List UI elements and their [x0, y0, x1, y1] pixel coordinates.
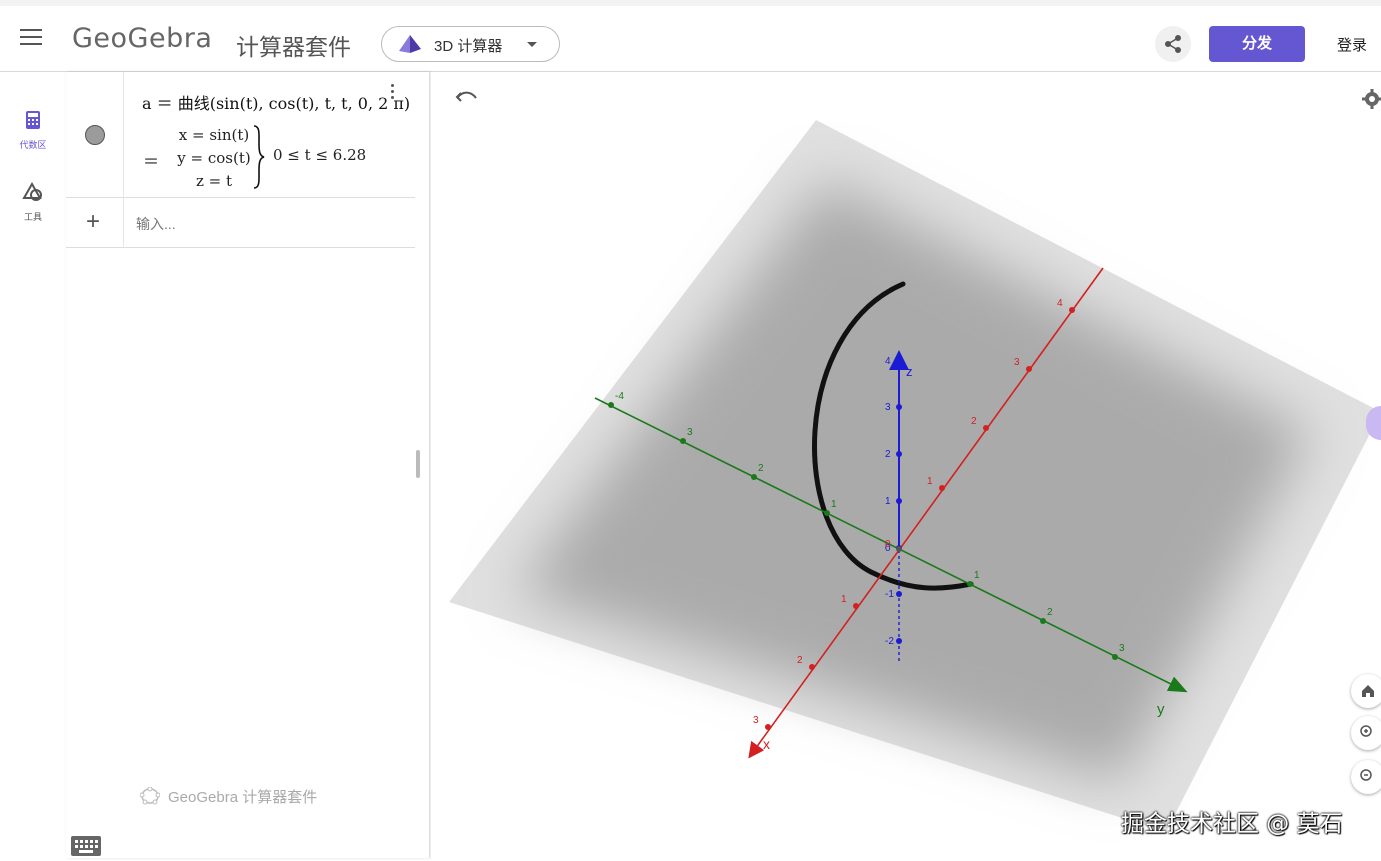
- left-nav: 代数区 工具: [0, 72, 66, 858]
- parametric-cases: x = sin(t) y = cos(t) z = t: [176, 124, 252, 193]
- y-axis-tick-label: -4: [615, 391, 624, 402]
- y-axis-tick-mark: [967, 581, 973, 587]
- z-axis-tick-label: 1: [885, 496, 891, 507]
- x-axis-tick-mark: [765, 724, 771, 730]
- graphics-3d-view[interactable]: 4321123 -4 3 2 1 1 2 3 4 3 2 1 0 -1 -2 x y z 0: [431, 72, 1381, 858]
- pyramid-icon: [399, 35, 421, 53]
- x-axis-tick-label: 3: [753, 715, 759, 726]
- app-selector-label: 3D 计算器: [434, 38, 503, 55]
- origin-label: 0: [885, 539, 891, 550]
- x-axis-tick-mark: [853, 603, 859, 609]
- login-button[interactable]: 登录: [1337, 34, 1367, 55]
- y-axis-tick-label: 2: [1047, 607, 1053, 618]
- 3d-canvas[interactable]: 4321123 -4321123 43210-1-2 x y z 0: [431, 72, 1381, 858]
- visibility-toggle[interactable]: [85, 125, 105, 145]
- app-selector-dropdown[interactable]: 3D 计算器: [381, 26, 560, 62]
- x-axis-tick-label: 2: [797, 655, 803, 666]
- algebra-row[interactable]: a ＝ 曲线(sin(t), cos(t), t, t, 0, 2 π) ＝ x…: [66, 72, 415, 198]
- y-axis-tick-label: 1: [831, 499, 837, 510]
- parameter-range: 0 ≤ t ≤ 6.28: [273, 146, 367, 164]
- x-axis-tick-label: 4: [1057, 298, 1063, 309]
- z-axis-tick-mark: [896, 358, 902, 364]
- algebra-input[interactable]: 输入...: [136, 214, 176, 234]
- top-bar: GeoGebra 计算器套件 3D 计算器 分发 登录: [0, 0, 1381, 72]
- home-button[interactable]: [1351, 674, 1381, 708]
- hamburger-menu-icon[interactable]: [20, 29, 42, 47]
- tools-icon: [22, 181, 42, 201]
- z-axis-tick-label: 2: [885, 449, 891, 460]
- y-axis-tick-mark: [824, 510, 830, 516]
- geogebra-logo-icon: [139, 786, 161, 805]
- geogebra-logo: GeoGebra: [72, 23, 213, 54]
- z-axis-tick-label: 3: [885, 402, 891, 413]
- nav-item-algebra[interactable]: 代数区: [0, 110, 66, 151]
- nav-label-tools: 工具: [23, 212, 42, 222]
- origin-point: [896, 546, 902, 552]
- nav-item-tools[interactable]: 工具: [0, 181, 66, 223]
- algebra-panel: a ＝ 曲线(sin(t), cos(t), t, t, 0, 2 π) ＝ x…: [66, 72, 430, 858]
- more-options-icon[interactable]: [388, 84, 396, 104]
- footer-logo: GeoGebra 计算器套件: [139, 786, 318, 807]
- y-axis-tick-label: 2: [758, 463, 764, 474]
- undo-icon[interactable]: [455, 88, 479, 109]
- y-axis-tick-mark: [608, 402, 614, 408]
- x-axis-tick-mark: [1069, 307, 1075, 313]
- home-icon: [1362, 685, 1374, 697]
- z-axis-tick-mark: [896, 498, 902, 504]
- zoom-in-button[interactable]: [1351, 716, 1381, 750]
- x-axis-label: x: [763, 736, 770, 752]
- y-axis-tick-label: 3: [687, 427, 693, 438]
- chevron-down-icon: [527, 42, 537, 47]
- row-gutter: +: [66, 198, 124, 248]
- footer-logo-text: GeoGebra 计算器套件: [168, 789, 318, 806]
- x-axis-tick-label: 3: [1014, 357, 1020, 368]
- zoom-in-icon: [1360, 725, 1372, 737]
- row-gutter: [66, 72, 124, 198]
- y-axis-tick-label: 1: [974, 570, 980, 581]
- zoom-out-button[interactable]: [1351, 760, 1381, 794]
- z-axis-tick-mark: [896, 451, 902, 457]
- share-button[interactable]: [1155, 26, 1191, 62]
- y-axis-tick-mark: [1112, 654, 1118, 660]
- panel-resize-handle[interactable]: [416, 450, 420, 478]
- case-x: x = sin(t): [178, 126, 250, 144]
- y-axis-tick-mark: [751, 474, 757, 480]
- z-axis-tick-label: -2: [885, 636, 894, 647]
- right-brace-icon: [253, 125, 265, 189]
- keyboard-icon[interactable]: [71, 836, 101, 856]
- x-axis-tick-mark: [809, 664, 815, 670]
- z-axis-tick-label: -1: [885, 589, 894, 600]
- nav-label-algebra: 代数区: [19, 140, 47, 150]
- suite-title: 计算器套件: [236, 34, 351, 60]
- curve-definition[interactable]: a ＝ 曲线(sin(t), cos(t), t, t, 0, 2 π): [142, 90, 410, 114]
- z-axis-tick-mark: [896, 404, 902, 410]
- case-z: z = t: [195, 172, 233, 190]
- x-axis-tick-label: 1: [927, 476, 933, 487]
- z-axis-tick-label: 4: [885, 356, 891, 367]
- input-row[interactable]: + 输入...: [66, 198, 415, 248]
- calculator-icon: [26, 111, 40, 129]
- y-axis-tick-label: 3: [1119, 643, 1125, 654]
- watermark-text: 掘金技术社区 @ 莫石: [1121, 811, 1343, 837]
- gear-icon[interactable]: [1361, 88, 1381, 115]
- add-icon[interactable]: +: [86, 208, 100, 236]
- x-axis-tick-mark: [1026, 366, 1032, 372]
- share-icon: [1165, 35, 1181, 53]
- x-axis-tick-mark: [939, 485, 945, 491]
- x-axis-tick-label: 1: [841, 594, 847, 605]
- x-axis-tick-label: 2: [971, 416, 977, 427]
- z-axis-label: z: [906, 364, 913, 379]
- equals-sign: ＝: [143, 152, 160, 171]
- z-axis-tick-mark: [896, 638, 902, 644]
- y-axis-tick-mark: [680, 438, 686, 444]
- publish-button[interactable]: 分发: [1209, 26, 1305, 62]
- y-axis-tick-mark: [1040, 618, 1046, 624]
- y-axis-label: y: [1157, 701, 1165, 718]
- x-axis-tick-mark: [983, 425, 989, 431]
- zoom-out-icon: [1360, 769, 1372, 781]
- z-axis-tick-mark: [896, 591, 902, 597]
- case-y: y = cos(t): [177, 149, 251, 167]
